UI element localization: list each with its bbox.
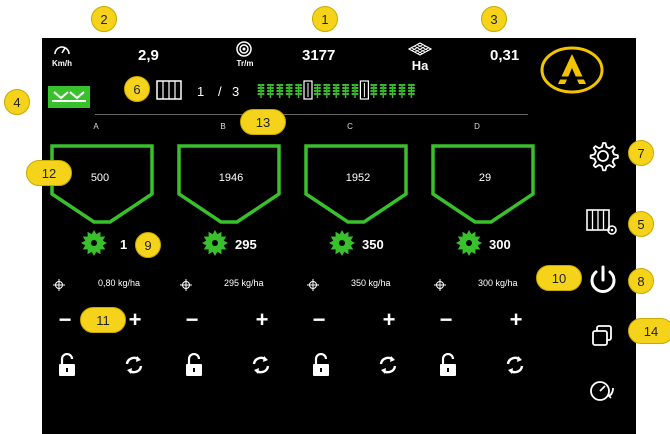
target-icon — [307, 279, 319, 291]
target-icon — [180, 279, 192, 291]
target-dose-label: 0,80 kg/ha — [98, 278, 141, 288]
hopper-column: C 1952 350 350 kg/ha − + — [304, 118, 414, 388]
decrease-button[interactable]: − — [436, 309, 456, 331]
annotation-marker: 3 — [481, 6, 507, 32]
area-unit: Ha — [411, 58, 429, 73]
speed-value: 2,9 — [138, 47, 159, 64]
annotation-marker: 13 — [240, 109, 286, 135]
rotation-icon — [236, 41, 252, 57]
power-icon[interactable] — [586, 263, 620, 297]
dose-rate-value: 295 — [235, 237, 257, 252]
increase-button[interactable]: + — [379, 309, 399, 331]
annotation-marker: 14 — [628, 318, 670, 344]
decrease-button[interactable]: − — [309, 309, 329, 331]
annotation-marker: 2 — [91, 6, 117, 32]
gear-icon[interactable] — [587, 140, 619, 172]
unlock-icon[interactable] — [57, 353, 77, 377]
dose-rate-value: 350 — [362, 237, 384, 252]
column-letter: C — [347, 122, 353, 131]
rotation-unit: Tr/m — [236, 59, 254, 68]
unlock-icon[interactable] — [438, 353, 458, 377]
seed-row-strip — [256, 80, 418, 100]
refresh-icon[interactable] — [504, 354, 526, 376]
increase-button[interactable]: + — [125, 309, 145, 331]
unlock-icon[interactable] — [184, 353, 204, 377]
increase-button[interactable]: + — [506, 309, 526, 331]
annotation-marker: 9 — [135, 232, 161, 258]
column-letter: A — [93, 122, 99, 131]
hopper-level-value: 29 — [478, 172, 492, 184]
annotation-marker: 7 — [628, 140, 654, 166]
speed-unit: Km/h — [52, 59, 72, 68]
hopper-level-value: 500 — [90, 172, 110, 184]
decrease-button[interactable]: − — [182, 309, 202, 331]
hopper-level-value: 1946 — [218, 172, 244, 184]
increase-button[interactable]: + — [252, 309, 272, 331]
seeder-rows-icon[interactable] — [155, 79, 183, 101]
target-icon — [434, 279, 446, 291]
hopper-shape[interactable] — [304, 144, 408, 232]
annotation-marker: 8 — [628, 268, 654, 294]
hopper-level-value: 1952 — [345, 172, 371, 184]
annotation-marker: 5 — [628, 211, 654, 237]
refresh-icon[interactable] — [250, 354, 272, 376]
hopper-shape[interactable] — [431, 144, 535, 232]
annotation-marker: 4 — [4, 89, 30, 115]
decrease-button[interactable]: − — [55, 309, 75, 331]
area-value: 0,31 — [490, 47, 520, 64]
rows-total: 3 — [232, 84, 240, 99]
target-icon — [53, 279, 65, 291]
refresh-icon[interactable] — [377, 354, 399, 376]
unlock-icon[interactable] — [311, 353, 331, 377]
rows-separator: / — [218, 84, 222, 99]
header-divider — [95, 114, 528, 115]
seed-rotor-icon — [81, 230, 107, 256]
hopper-shape[interactable] — [50, 144, 154, 232]
annotation-marker: 12 — [26, 160, 72, 186]
brand-logo — [540, 46, 604, 94]
area-grid-icon — [408, 42, 432, 56]
column-letter: B — [220, 122, 226, 131]
column-letter: D — [474, 122, 480, 131]
dose-rate-value: 1 — [120, 237, 128, 252]
seed-rotor-icon — [329, 230, 355, 256]
hopper-shape[interactable] — [177, 144, 281, 232]
annotation-marker: 10 — [536, 265, 582, 291]
hopper-column: D 29 300 300 kg/ha − + — [431, 118, 541, 388]
refresh-icon[interactable] — [123, 354, 145, 376]
annotation-marker: 6 — [124, 76, 150, 102]
seeder-config-icon[interactable] — [585, 208, 619, 236]
section-toggle-button[interactable] — [48, 86, 90, 108]
speedometer-icon — [54, 46, 70, 55]
target-dose-label: 300 kg/ha — [478, 278, 518, 288]
target-dose-label: 295 kg/ha — [224, 278, 264, 288]
timer-refresh-icon[interactable] — [587, 376, 619, 404]
dose-rate-value: 300 — [489, 237, 511, 252]
seed-rotor-icon — [202, 230, 228, 256]
rows-current: 1 — [197, 84, 205, 99]
hopper-column: B 1946 295 295 kg/ha − + — [177, 118, 287, 388]
copy-icon[interactable] — [590, 324, 614, 348]
annotation-marker: 1 — [312, 6, 338, 32]
target-dose-label: 350 kg/ha — [351, 278, 391, 288]
annotation-marker: 11 — [80, 307, 126, 333]
rotation-value: 3177 — [302, 47, 336, 64]
seed-rotor-icon — [456, 230, 482, 256]
